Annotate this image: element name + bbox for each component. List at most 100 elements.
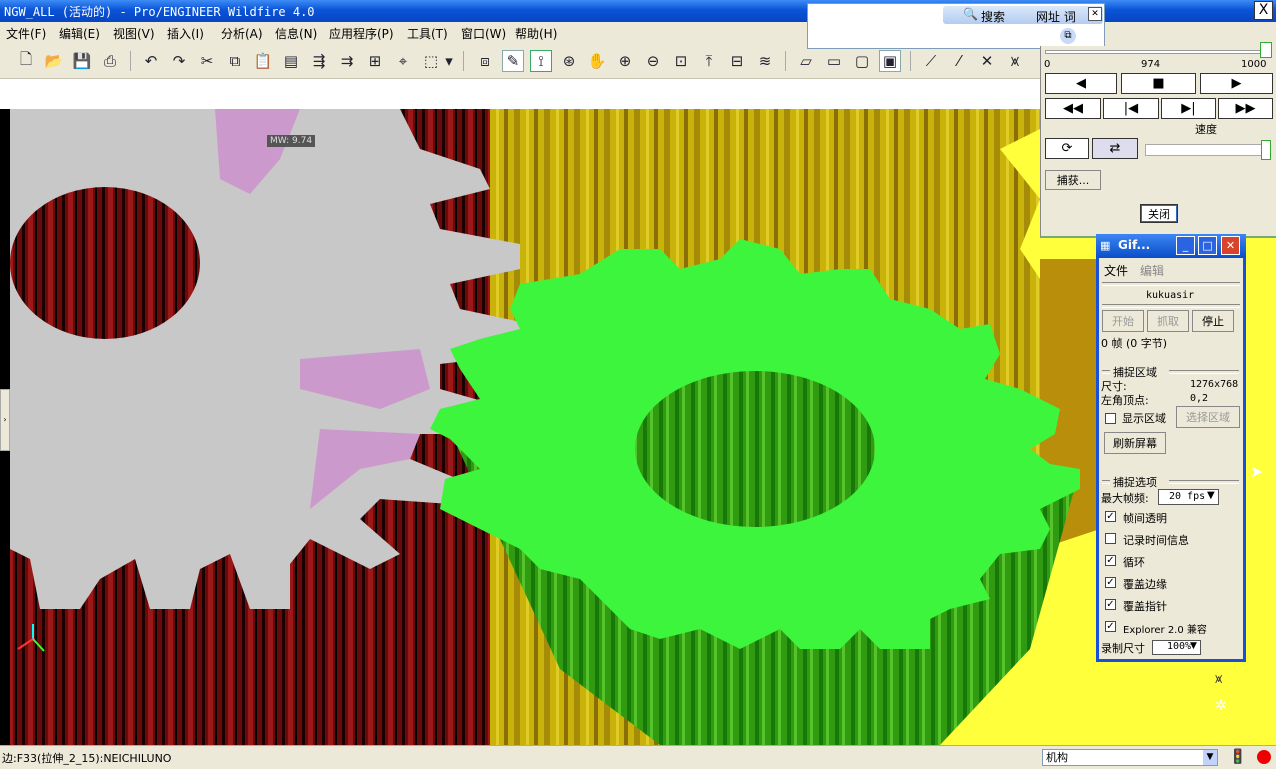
gif-option-checkbox[interactable]: ✓ bbox=[1105, 577, 1116, 588]
gif-dialog-title-bar[interactable]: ▦ Gif... _ □ ✕ bbox=[1096, 234, 1246, 258]
stop-regen-icon[interactable] bbox=[1257, 750, 1271, 764]
redo-icon[interactable]: ↷ bbox=[168, 50, 190, 72]
next-frame-button[interactable]: ▶| bbox=[1161, 98, 1216, 119]
spin-center-icon[interactable]: ✲ bbox=[1215, 698, 1227, 714]
gif-menu-file[interactable]: 文件 bbox=[1104, 262, 1128, 279]
search-popup-close-button[interactable]: ✕ bbox=[1088, 7, 1102, 21]
search-icon[interactable]: 🔍 bbox=[963, 7, 978, 21]
saved-views-icon[interactable]: ⊟ bbox=[726, 50, 748, 72]
rewind-button[interactable]: ◀◀ bbox=[1045, 98, 1101, 119]
menu-window[interactable]: 窗口(W) bbox=[461, 25, 506, 42]
zoom-in-icon[interactable]: ⊕ bbox=[614, 50, 636, 72]
new-file-icon[interactable]: 🗋 bbox=[15, 50, 37, 72]
loop-repeat-button[interactable]: ⇄ bbox=[1092, 138, 1138, 159]
open-folder-icon[interactable]: 📂 bbox=[43, 50, 65, 72]
play-forward-button[interactable]: ▶ bbox=[1200, 73, 1273, 94]
gif-option-checkbox[interactable]: ✓ bbox=[1105, 511, 1116, 522]
menu-tools[interactable]: 工具(T) bbox=[407, 25, 448, 42]
coordinate-systems-icon[interactable]: ⩙ bbox=[1004, 50, 1026, 72]
timeline-slider-handle[interactable] bbox=[1260, 42, 1272, 58]
window-layer-icon[interactable]: ⧈ bbox=[474, 50, 496, 72]
gif-refresh-screen-button[interactable]: 刷新屏幕 bbox=[1104, 432, 1166, 454]
sun-gear-bore bbox=[635, 371, 875, 527]
save-icon[interactable]: 💾 bbox=[71, 50, 93, 72]
no-hidden-icon[interactable]: ▢ bbox=[851, 50, 873, 72]
gif-select-region-button[interactable]: 选择区域 bbox=[1176, 406, 1240, 428]
paste-icon[interactable]: 📋 bbox=[252, 50, 274, 72]
left-sash-handle[interactable]: › bbox=[0, 389, 10, 451]
cut-icon[interactable]: ✂ bbox=[196, 50, 218, 72]
menu-insert[interactable]: 插入(I) bbox=[167, 25, 204, 42]
capture-button[interactable]: 捕获... bbox=[1045, 170, 1101, 190]
sketch-view-icon[interactable]: ✎ bbox=[502, 50, 524, 72]
regenerate-manager-icon[interactable]: ⇉ bbox=[336, 50, 358, 72]
selection-box-icon[interactable]: ⬚ bbox=[420, 50, 442, 72]
gif-option-checkbox[interactable]: ✓ bbox=[1105, 555, 1116, 566]
menu-edit[interactable]: 编辑(E) bbox=[59, 25, 100, 42]
datum-axes-icon[interactable]: ⁄ bbox=[948, 50, 970, 72]
toolbar-separator bbox=[463, 51, 464, 71]
datum-display-icon[interactable]: ⩙ bbox=[1215, 672, 1222, 687]
menu-applications[interactable]: 应用程序(P) bbox=[329, 25, 394, 42]
copy-icon[interactable]: ⧉ bbox=[1060, 28, 1076, 44]
refit-icon[interactable]: ⊡ bbox=[670, 50, 692, 72]
divider bbox=[1102, 304, 1240, 308]
pan-hand-icon[interactable]: ✋ bbox=[586, 50, 608, 72]
maximize-icon[interactable]: □ bbox=[1198, 236, 1217, 255]
menu-file[interactable]: 文件(F) bbox=[6, 25, 46, 42]
speed-slider[interactable] bbox=[1145, 144, 1269, 156]
animation-playback-panel: 0 974 1000 ◀ ■ ▶ ◀◀ |◀ ▶| ▶▶ 速度 ⟳ ⇄ 捕获..… bbox=[1040, 42, 1276, 238]
timeline-track[interactable] bbox=[1045, 50, 1271, 54]
menu-info[interactable]: 信息(N) bbox=[275, 25, 317, 42]
search-label[interactable]: 搜索 bbox=[981, 8, 1005, 25]
datum-planes-icon[interactable]: ⟋ bbox=[920, 50, 942, 72]
window-close-button[interactable]: X bbox=[1254, 1, 1273, 20]
previous-frame-button[interactable]: |◀ bbox=[1103, 98, 1159, 119]
copy-icon[interactable]: ⧉ bbox=[224, 50, 246, 72]
menu-help[interactable]: 帮助(H) bbox=[515, 25, 557, 42]
regenerate-icon[interactable]: ⇶ bbox=[308, 50, 330, 72]
divider bbox=[1102, 370, 1110, 374]
hidden-line-icon[interactable]: ▭ bbox=[823, 50, 845, 72]
gif-option-checkbox[interactable] bbox=[1105, 533, 1116, 544]
menu-analysis[interactable]: 分析(A) bbox=[221, 25, 263, 42]
selection-dropdown-icon[interactable]: ▾ bbox=[442, 50, 456, 72]
find-icon[interactable]: ⌖ bbox=[392, 50, 414, 72]
gif-menu-edit[interactable]: 编辑 bbox=[1140, 262, 1164, 279]
connect-icon[interactable]: ⟟ bbox=[530, 50, 552, 72]
gif-option-checkbox[interactable]: ✓ bbox=[1105, 621, 1116, 632]
chevron-down-icon: ▼ bbox=[1207, 490, 1215, 501]
selection-filter-select[interactable]: 机构 bbox=[1042, 749, 1218, 766]
reorient-icon[interactable]: ⤒ bbox=[698, 50, 720, 72]
fast-forward-button[interactable]: ▶▶ bbox=[1218, 98, 1273, 119]
speed-slider-handle[interactable] bbox=[1261, 140, 1271, 160]
shading-icon[interactable]: ▣ bbox=[879, 50, 901, 72]
gif-show-region-checkbox[interactable] bbox=[1105, 413, 1116, 424]
datum-points-icon[interactable]: ✕ bbox=[976, 50, 998, 72]
zoom-out-icon[interactable]: ⊖ bbox=[642, 50, 664, 72]
paste-special-icon[interactable]: ▤ bbox=[280, 50, 302, 72]
loop-once-button[interactable]: ⟳ bbox=[1045, 138, 1089, 159]
stop-button[interactable]: ■ bbox=[1121, 73, 1196, 94]
main-toolbar: 🗋 📂 💾 ⎙ ↶ ↷ ✂ ⧉ 📋 ▤ ⇶ ⇉ ⊞ ⌖ ⬚ ▾ ⧈ ✎ ⟟ ⊛ … bbox=[0, 46, 1040, 79]
url-label[interactable]: 网址 词 bbox=[1036, 8, 1076, 25]
close-icon[interactable]: ✕ bbox=[1221, 236, 1240, 255]
close-button[interactable]: 关闭 bbox=[1140, 204, 1178, 223]
print-icon[interactable]: ⎙ bbox=[99, 50, 121, 72]
gif-start-button[interactable]: 开始 bbox=[1102, 310, 1144, 332]
gif-stop-button[interactable]: 停止 bbox=[1192, 310, 1234, 332]
minimize-icon[interactable]: _ bbox=[1176, 236, 1195, 255]
gif-grab-button[interactable]: 抓取 bbox=[1147, 310, 1189, 332]
menu-view[interactable]: 视图(V) bbox=[113, 25, 155, 42]
gif-option-checkbox[interactable]: ✓ bbox=[1105, 599, 1116, 610]
wireframe-icon[interactable]: ▱ bbox=[795, 50, 817, 72]
spin-center-icon[interactable]: ⊛ bbox=[558, 50, 580, 72]
play-reverse-button[interactable]: ◀ bbox=[1045, 73, 1117, 94]
chevron-down-icon[interactable]: ▼ bbox=[1203, 750, 1217, 765]
gif-max-fps-select[interactable]: 20 fps ▼ bbox=[1158, 489, 1219, 505]
gif-record-size-select[interactable]: 100% ▼ bbox=[1152, 640, 1201, 655]
layers-icon[interactable]: ≋ bbox=[754, 50, 776, 72]
undo-icon[interactable]: ↶ bbox=[140, 50, 162, 72]
gif-max-fps-value: 20 fps bbox=[1169, 491, 1206, 502]
model-tree-icon[interactable]: ⊞ bbox=[364, 50, 386, 72]
